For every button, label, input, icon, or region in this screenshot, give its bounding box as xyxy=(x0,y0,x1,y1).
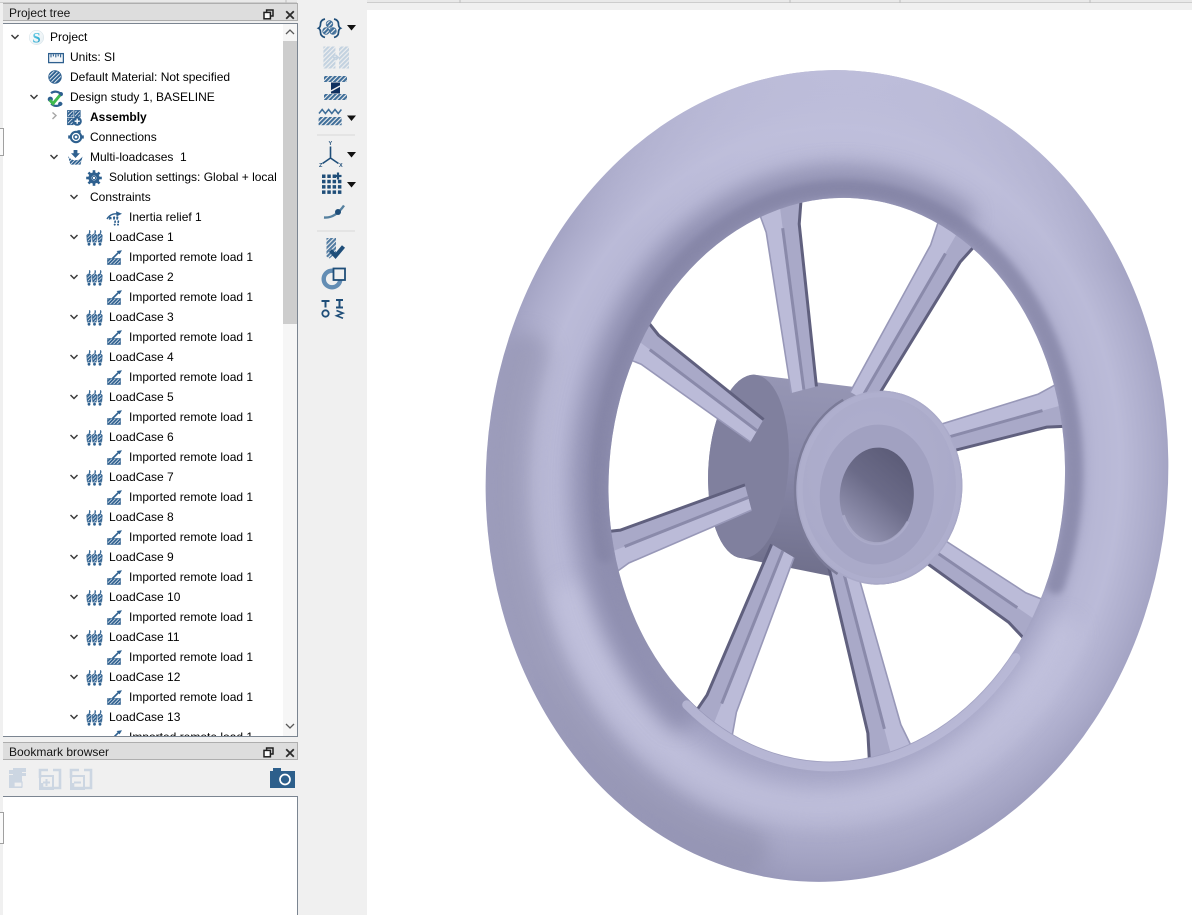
svg-text:S: S xyxy=(32,31,40,45)
svg-text:Z: Z xyxy=(319,163,323,169)
svg-text:X: X xyxy=(339,163,343,169)
svg-text:Y: Y xyxy=(329,141,333,147)
